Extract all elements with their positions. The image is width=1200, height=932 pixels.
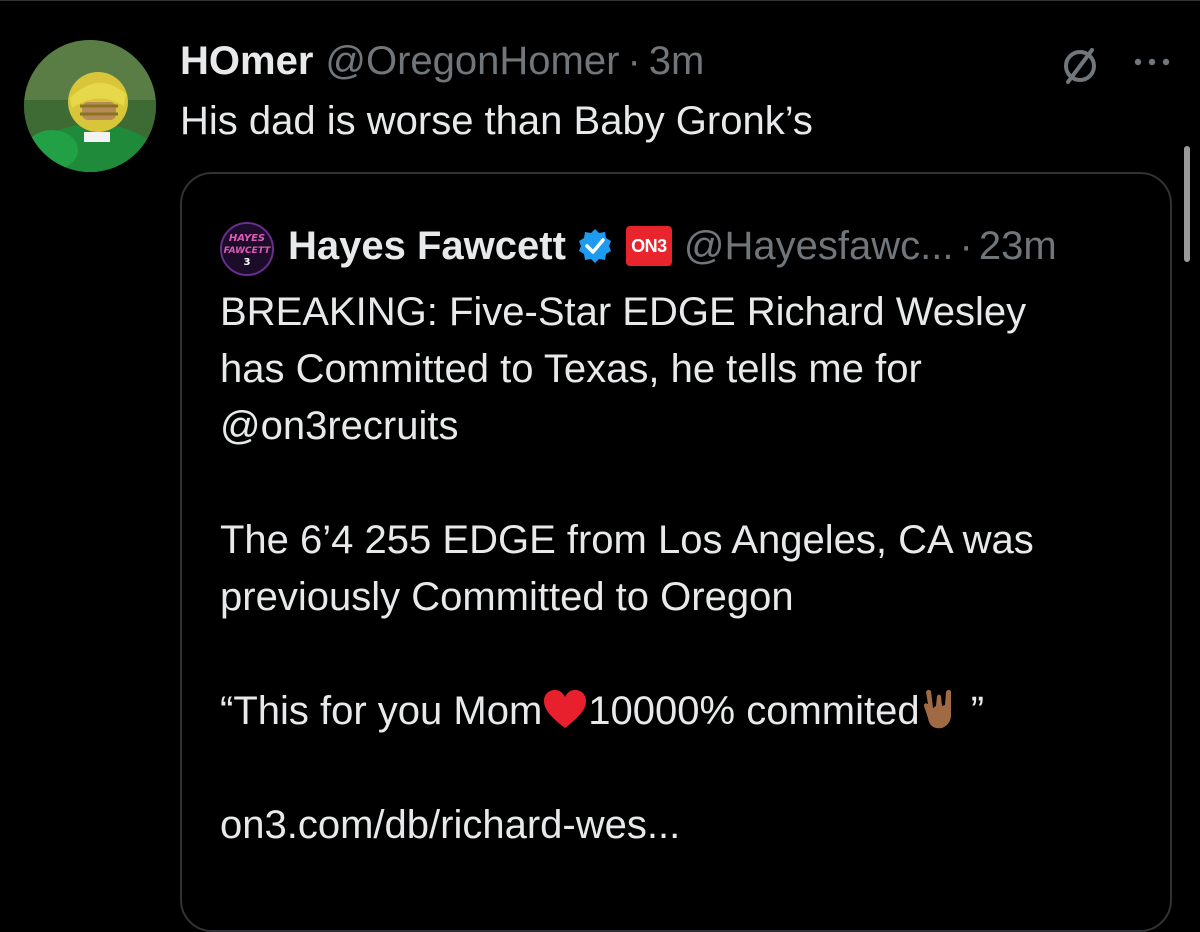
football-player-avatar-icon [24,40,156,172]
user-handle[interactable]: @OregonHomer [325,36,619,86]
affiliate-badge[interactable]: ON3 [625,226,672,266]
quoted-user-avatar[interactable]: HAYES FAWCETT 3 [220,222,274,276]
text-segment: “This for you Mom [220,689,543,733]
hayes-fawcett-logo-icon: HAYES FAWCETT 3 [222,224,272,274]
text-line: has Committed to Texas, he tells me for [220,347,922,391]
rock-on-hand-icon [923,689,951,729]
quoted-user-handle[interactable]: @Hayesfawc... [684,216,954,276]
tweet[interactable]: HOmer @OregonHomer · 3m His dad is worse… [0,0,1200,932]
quoted-tweet-timestamp[interactable]: 23m [979,216,1057,276]
display-name[interactable]: HOmer [180,36,313,86]
user-avatar[interactable] [24,40,156,172]
tweet-header: HOmer @OregonHomer · 3m [180,36,704,86]
quoted-tweet-text: BREAKING: Five-Star EDGE Richard Wesley … [220,284,1150,854]
link-preview-url[interactable]: on3.com/db/richard-wes... [220,797,1150,854]
red-heart-icon [544,690,587,728]
verified-badge-icon[interactable] [576,227,614,265]
tweet-timestamp[interactable]: 3m [649,36,705,86]
separator-dot: · [959,224,973,268]
svg-text:HAYES: HAYES [229,233,265,244]
svg-text:3: 3 [244,257,251,268]
scrollbar[interactable] [1184,146,1190,262]
quote-line: “This for you Mom 10000% commited ” [220,683,1150,740]
quoted-display-name[interactable]: Hayes Fawcett [288,216,566,276]
separator-dot: · [627,39,641,83]
quoted-tweet-header: Hayes Fawcett ON3 @Hayesfawc... · 23m [288,216,1057,276]
quoted-tweet[interactable]: HAYES FAWCETT 3 Hayes Fawcett ON3 @Hayes… [180,172,1172,932]
tweet-text: His dad is worse than Baby Gronk’s [180,99,813,143]
svg-text:FAWCETT: FAWCETT [224,246,271,256]
divider [0,0,1200,1]
text-line: BREAKING: Five-Star EDGE Richard Wesley [220,290,1027,334]
text-line: The 6’4 255 EDGE from Los Angeles, CA wa… [220,518,1034,562]
text-line: previously Committed to Oregon [220,575,794,619]
text-segment: 10000% commited [588,689,920,733]
text-segment: ” [959,689,985,733]
slash-icon[interactable] [1058,44,1102,88]
mention-link[interactable]: @on3recruits [220,398,1150,455]
more-icon[interactable] [1130,50,1174,74]
